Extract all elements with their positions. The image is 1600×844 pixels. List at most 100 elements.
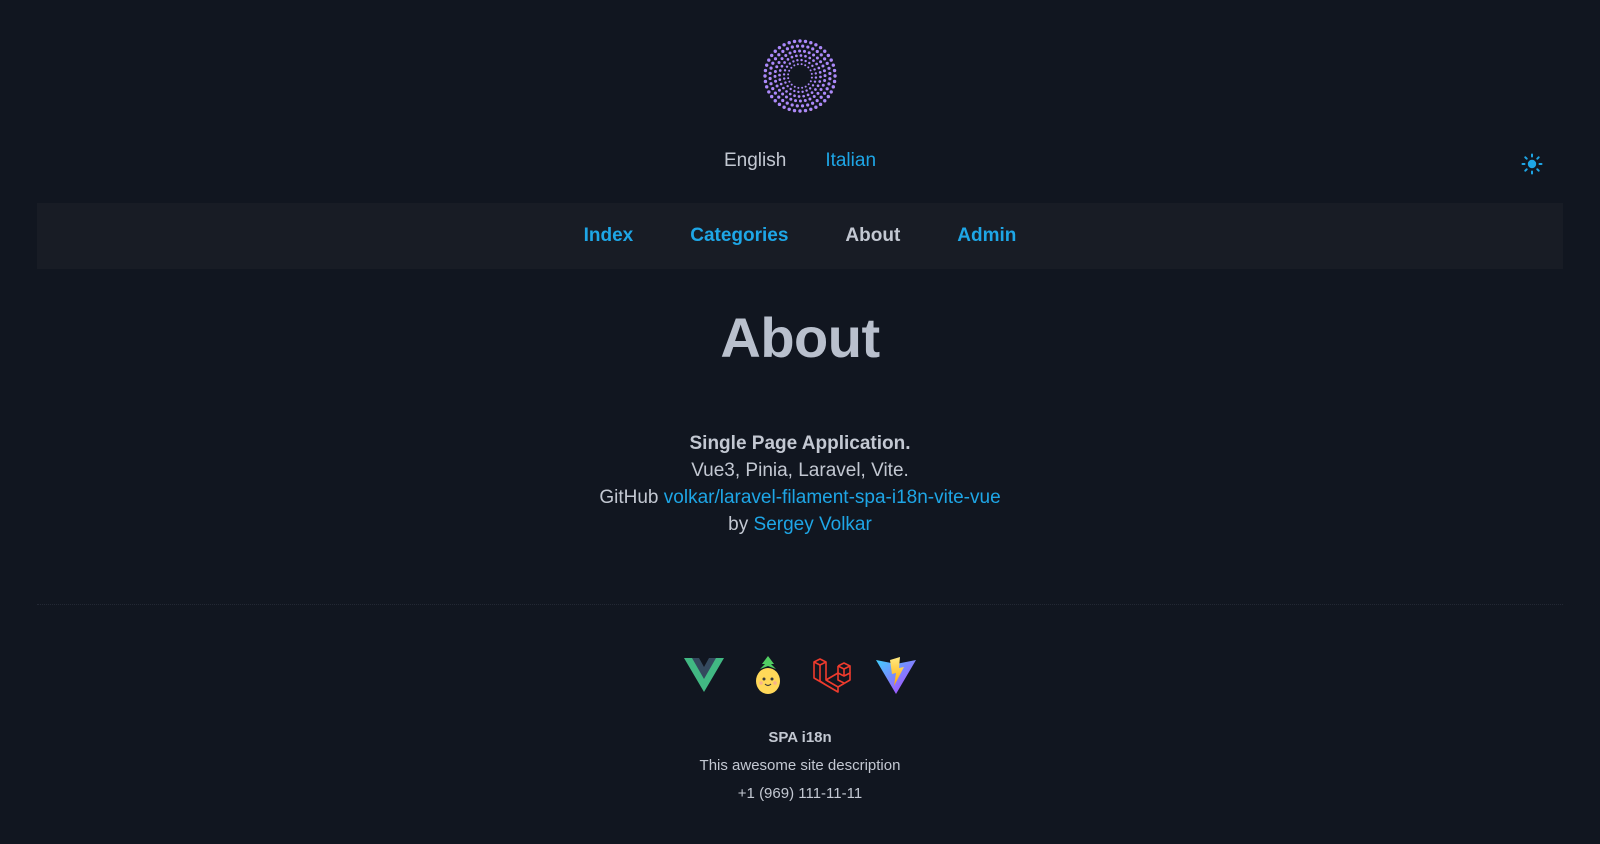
logo-dot xyxy=(798,109,802,113)
logo-dot xyxy=(763,74,767,78)
logo-dot xyxy=(793,85,796,88)
logo-dot xyxy=(806,45,810,49)
tech-icons xyxy=(0,654,1600,696)
logo-dot xyxy=(784,81,787,84)
author-link[interactable]: Sergey Volkar xyxy=(754,514,872,535)
logo-dot xyxy=(782,105,786,109)
logo-dot xyxy=(809,69,812,72)
logo-dot xyxy=(814,76,818,79)
logo-dot xyxy=(795,104,799,108)
logo-dot xyxy=(795,44,800,48)
lang-italian[interactable]: Italian xyxy=(825,150,876,172)
footer-description: This awesome site description xyxy=(699,757,901,774)
logo-dot xyxy=(808,87,812,90)
logo-dot xyxy=(769,53,774,58)
logo-dot xyxy=(832,68,837,73)
logo-dot xyxy=(801,90,804,93)
logo-dot xyxy=(804,54,807,58)
logo-dot xyxy=(813,80,817,83)
logo-dot xyxy=(815,56,819,60)
logo-dot xyxy=(781,98,785,103)
logo-dot xyxy=(822,69,826,73)
nav-index[interactable]: Index xyxy=(584,225,634,247)
logo-dot xyxy=(782,73,786,76)
logo-dot xyxy=(767,90,771,94)
logo-dot xyxy=(784,95,788,99)
logo-dot xyxy=(832,79,837,84)
logo-dot xyxy=(782,43,786,47)
logo-dot xyxy=(786,58,790,61)
logo-dot xyxy=(808,97,812,101)
logo-dot xyxy=(818,71,822,74)
page-title: About xyxy=(720,306,880,369)
logo-dot xyxy=(809,41,813,45)
logo-dot xyxy=(808,61,811,65)
logo-dot xyxy=(799,54,803,57)
nav-about[interactable]: About xyxy=(845,225,900,247)
logo-dot xyxy=(828,71,832,76)
logo-dot xyxy=(819,53,823,57)
logo-dot xyxy=(800,104,805,108)
github-line: GitHub volkar/laravel-filament-spa-i18n-… xyxy=(0,484,1600,511)
logo-dot xyxy=(797,95,801,98)
logo-dot xyxy=(817,66,821,70)
logo-dot xyxy=(819,88,823,92)
logo-dot xyxy=(780,57,784,61)
logo-dot xyxy=(825,87,829,91)
logo-dot xyxy=(778,69,782,72)
logo-dot xyxy=(815,62,818,66)
logo-dot xyxy=(777,45,782,50)
logo-dot xyxy=(773,74,777,78)
logo-dot xyxy=(807,66,810,69)
logo-dot xyxy=(783,69,787,72)
logo-dot xyxy=(813,68,816,71)
logo-dot xyxy=(792,39,797,44)
logo-dot xyxy=(815,99,819,103)
logo-dot xyxy=(823,74,827,78)
logo-dot xyxy=(765,85,769,89)
logo-dot xyxy=(795,54,798,58)
logo-dot xyxy=(804,64,807,67)
logo-dot xyxy=(823,99,827,103)
logo-dot xyxy=(794,99,798,103)
logo-dot xyxy=(796,59,799,62)
logo-dot xyxy=(829,58,833,62)
logo-dot xyxy=(808,56,812,60)
logo-dot xyxy=(803,98,807,102)
logo-dot xyxy=(833,74,837,78)
logo-dot xyxy=(769,94,774,99)
site-logo[interactable] xyxy=(762,38,838,114)
theme-toggle-button[interactable] xyxy=(1520,152,1544,176)
logo-dot xyxy=(777,95,781,99)
author-line: by Sergey Volkar xyxy=(0,511,1600,538)
logo-dot xyxy=(801,86,804,89)
logo-dot xyxy=(788,80,791,83)
lang-english[interactable]: English xyxy=(724,150,786,172)
logo-dot xyxy=(815,49,819,54)
github-link[interactable]: volkar/laravel-filament-spa-i18n-vite-vu… xyxy=(664,487,1001,508)
logo-dot xyxy=(777,102,782,107)
logo-dot xyxy=(814,88,817,91)
author-prefix: by xyxy=(728,514,749,535)
logo-dot xyxy=(793,64,796,67)
github-prefix: GitHub xyxy=(599,487,659,508)
logo-dot xyxy=(819,60,823,64)
nav-categories[interactable]: Categories xyxy=(690,225,788,247)
logo-dot xyxy=(781,92,785,96)
logo-dot xyxy=(785,101,789,105)
logo-dot xyxy=(787,73,790,76)
logo-dot xyxy=(787,41,791,45)
logo-dot xyxy=(781,49,785,53)
vue-icon xyxy=(682,654,726,696)
logo-dot xyxy=(788,69,791,72)
logo-dot xyxy=(768,71,772,75)
logo-dot xyxy=(777,53,781,57)
footer-site-name: SPA i18n xyxy=(768,729,832,746)
tagline: Single Page Application. xyxy=(689,433,911,454)
logo-dot xyxy=(831,85,835,89)
logo-dot xyxy=(782,86,785,90)
language-switcher: English Italian xyxy=(0,150,1600,172)
nav-admin[interactable]: Admin xyxy=(957,225,1016,247)
logo-dot xyxy=(811,101,815,105)
logo-dot xyxy=(802,94,805,98)
